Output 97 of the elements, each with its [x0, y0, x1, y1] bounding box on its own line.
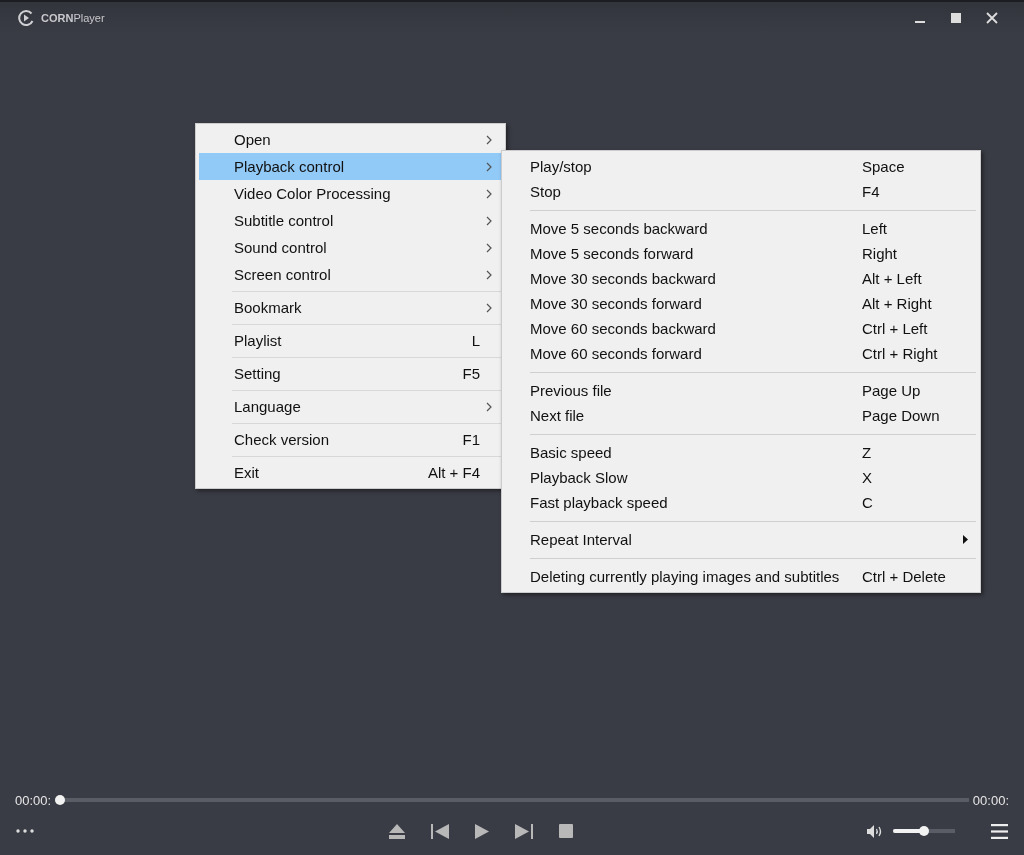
menu-item[interactable]: Language: [199, 393, 502, 420]
shortcut-label: Left: [862, 220, 889, 237]
total-time: 00:00:: [972, 792, 1009, 808]
menu-item-label: Stop: [530, 183, 562, 200]
eject-icon[interactable]: [388, 823, 405, 839]
menu-item-label: Move 5 seconds forward: [530, 245, 695, 262]
shortcut-label: Ctrl + Left: [862, 320, 929, 337]
menu-item[interactable]: Fast playback speed C: [504, 490, 978, 515]
menu-item[interactable]: Repeat Interval: [504, 527, 978, 552]
next-icon[interactable]: [514, 823, 533, 839]
menu-item-label: Repeat Interval: [530, 531, 633, 548]
menu-item[interactable]: Bookmark: [199, 294, 502, 321]
menu-item-label: Check version: [234, 431, 331, 448]
menu-item[interactable]: Playback Slow X: [504, 465, 978, 490]
menu-item-label: Next file: [530, 407, 586, 424]
shortcut-label: F1: [462, 431, 480, 448]
menu-item-label: Previous file: [530, 382, 613, 399]
menu-item[interactable]: Deleting currently playing images and subtitles Ctrl + Delete: [504, 564, 978, 589]
menu-item[interactable]: Check version F1: [199, 426, 502, 453]
menu-item-label: Move 30 seconds backward: [530, 270, 717, 287]
shortcut-label: Page Down: [862, 407, 941, 424]
logo-play-icon: [17, 9, 35, 27]
chevron-right-icon: [486, 161, 492, 172]
triangle-right-icon: [963, 535, 968, 544]
menu-item[interactable]: Basic speed Z: [504, 440, 978, 465]
menu-item-label: Move 5 seconds backward: [530, 220, 709, 237]
menu-item[interactable]: Play/stop Space: [504, 154, 978, 179]
shortcut-label: F5: [462, 365, 480, 382]
menu-item[interactable]: Move 60 seconds forward Ctrl + Right: [504, 341, 978, 366]
menu-item-label: Sound control: [234, 239, 328, 256]
seek-thumb[interactable]: [55, 795, 66, 805]
menu-item-label: Video Color Processing: [234, 185, 392, 202]
shortcut-label: Z: [862, 444, 873, 461]
shortcut-label: Ctrl + Delete: [862, 568, 947, 585]
menu-icon[interactable]: [991, 823, 1008, 839]
menu-item[interactable]: Move 30 seconds backward Alt + Left: [504, 266, 978, 291]
shortcut-label: F4: [862, 183, 881, 200]
shortcut-label: L: [471, 332, 480, 349]
menu-item[interactable]: Next file Page Down: [504, 403, 978, 428]
play-icon[interactable]: [474, 823, 489, 839]
menu-item[interactable]: Move 30 seconds forward Alt + Right: [504, 291, 978, 316]
close-icon[interactable]: [986, 12, 998, 24]
chevron-right-icon: [486, 269, 492, 280]
menu-item[interactable]: Exit Alt + F4: [199, 459, 502, 486]
stop-icon[interactable]: [558, 824, 573, 838]
menu-item-label: Playlist: [234, 332, 283, 349]
shortcut-label: C: [862, 494, 874, 511]
menu-item-label: Play/stop: [530, 158, 593, 175]
shortcut-label: Alt + F4: [427, 464, 480, 481]
chevron-right-icon: [486, 215, 492, 226]
menu-item[interactable]: Setting F5: [199, 360, 502, 387]
shortcut-label: Ctrl + Right: [862, 345, 939, 362]
app-title: CORNPlayer: [41, 12, 105, 24]
menu-item-label: Playback Slow: [530, 469, 629, 486]
menu-item[interactable]: Sound control: [199, 234, 502, 261]
menu-item-label: Deleting currently playing images and subtitles: [530, 568, 841, 585]
menu-item[interactable]: Move 60 seconds backward Ctrl + Left: [504, 316, 978, 341]
chevron-right-icon: [486, 134, 492, 145]
shortcut-label: X: [862, 469, 873, 486]
menu-item-label: Move 60 seconds forward: [530, 345, 703, 362]
menu-item[interactable]: Stop F4: [504, 179, 978, 204]
menu-item-label: Move 30 seconds forward: [530, 295, 703, 312]
menu-item-label: Fast playback speed: [530, 494, 669, 511]
elapsed-time: 00:00:: [15, 792, 52, 808]
menu-item-label: Exit: [234, 464, 260, 481]
chevron-right-icon: [486, 401, 492, 412]
menu-item-label: Move 60 seconds backward: [530, 320, 717, 337]
menu-item[interactable]: Previous file Page Up: [504, 378, 978, 403]
menu-item-label: Playback control: [234, 158, 346, 175]
menu-item[interactable]: Playlist L: [199, 327, 502, 354]
shortcut-label: Space: [862, 158, 906, 175]
chevron-right-icon: [486, 188, 492, 199]
menu-item[interactable]: Move 5 seconds backward Left: [504, 216, 978, 241]
menu-item-label: Screen control: [234, 266, 332, 283]
menu-item-label: Open: [234, 131, 272, 148]
menu-item[interactable]: Subtitle control: [199, 207, 502, 234]
menu-item-label: Setting: [234, 365, 282, 382]
menu-item-label: Language: [234, 398, 302, 415]
menu-item[interactable]: Move 5 seconds forward Right: [504, 241, 978, 266]
maximize-icon[interactable]: [950, 12, 962, 24]
chevron-right-icon: [486, 242, 492, 253]
shortcut-label: Alt + Right: [862, 295, 933, 312]
menu-item-label: Bookmark: [234, 299, 303, 316]
volume-thumb[interactable]: [919, 826, 929, 836]
menu-item[interactable]: Screen control: [199, 261, 502, 288]
menu-item[interactable]: Video Color Processing: [199, 180, 502, 207]
menu-item-label: Basic speed: [530, 444, 613, 461]
menu-item[interactable]: Playback control: [199, 153, 502, 180]
previous-icon[interactable]: [430, 823, 449, 839]
chevron-right-icon: [486, 302, 492, 313]
more-dots-icon[interactable]: [16, 829, 34, 833]
speaker-icon[interactable]: [867, 824, 883, 838]
menu-item[interactable]: Open: [199, 126, 502, 153]
shortcut-label: Alt + Left: [862, 270, 923, 287]
shortcut-label: Page Up: [862, 382, 922, 399]
menu-item-label: Subtitle control: [234, 212, 335, 229]
shortcut-label: Right: [862, 245, 899, 262]
